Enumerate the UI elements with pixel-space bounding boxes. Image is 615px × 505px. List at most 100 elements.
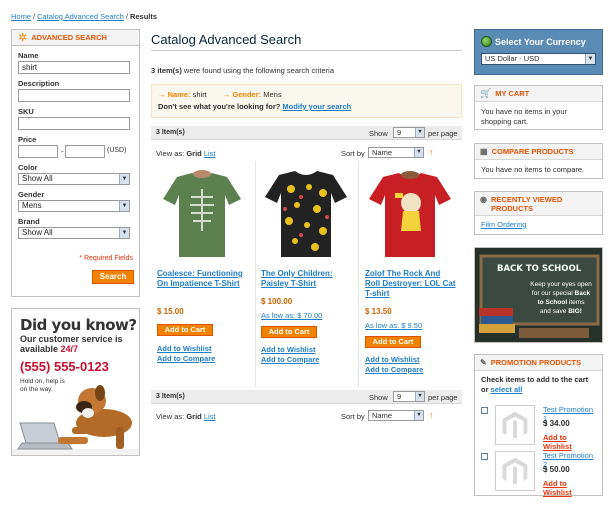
criteria-name-value: shirt xyxy=(190,90,207,99)
advanced-search-header: ✲ ADVANCED SEARCH xyxy=(12,30,139,46)
per-page-label: per page xyxy=(428,393,458,402)
add-to-cart-button[interactable]: Add to Cart xyxy=(365,336,421,348)
sort-by-label: Sort by xyxy=(341,412,365,421)
promo-line2: available xyxy=(20,344,61,354)
add-to-cart-button[interactable]: Add to Cart xyxy=(261,326,317,338)
recent-item-link[interactable]: Film Ordering xyxy=(481,220,526,229)
magento-logo-icon[interactable] xyxy=(495,405,535,445)
sort-direction-icon[interactable]: ↑ xyxy=(429,147,434,157)
results-summary: 3 item(s) were found using the following… xyxy=(151,66,334,75)
school-line4: and save xyxy=(540,308,569,315)
promotion-checkbox[interactable] xyxy=(481,453,488,460)
compare-header: ▦ COMPARE PRODUCTS xyxy=(475,144,602,160)
sort-value: Name xyxy=(372,411,393,420)
product-name-link[interactable]: The Only Children: Paisley T-Shirt xyxy=(261,269,353,289)
price-label: Price xyxy=(18,135,37,144)
description-field[interactable] xyxy=(18,89,130,102)
promotion-item: Test Promotion 1 $ 34.00 Add to Wishlist xyxy=(481,405,596,451)
criteria-gender-label: Gender: xyxy=(232,90,262,99)
per-page-select[interactable]: 9 ▼ xyxy=(393,127,425,138)
add-to-wishlist-link[interactable]: Add to Wishlist xyxy=(365,355,420,364)
view-as: View as: Grid List xyxy=(156,149,216,158)
price-from-field[interactable] xyxy=(18,145,58,158)
product-name-link[interactable]: Zolof The Rock And Roll Destroyer: LOL C… xyxy=(365,269,457,299)
school-title: BACK TO SCHOOL xyxy=(497,264,582,274)
add-to-compare-link[interactable]: Add to Compare xyxy=(261,355,319,364)
show-label: Show xyxy=(369,393,388,402)
sku-field[interactable] xyxy=(18,117,130,130)
sortbar-bottom: View as: Grid List Sort by Name ▼ ↑ xyxy=(151,409,462,423)
gender-select[interactable]: Mens ▼ xyxy=(18,200,130,212)
breadcrumb: Home / Catalog Advanced Search / Results xyxy=(11,12,157,21)
per-page-select[interactable]: 9 ▼ xyxy=(393,391,425,402)
promotion-wishlist-link[interactable]: Add to Wishlist xyxy=(543,433,596,451)
not-found-text: Don't see what you're looking for? xyxy=(158,102,283,111)
back-to-school-banner[interactable]: BACK TO SCHOOL Keep your eyes open for o… xyxy=(474,247,603,343)
chevron-down-icon: ▼ xyxy=(119,201,129,211)
promo-line1: Our customer service is xyxy=(20,334,123,344)
results-text: were found using the following search cr… xyxy=(181,66,335,75)
breadcrumb-home-link[interactable]: Home xyxy=(11,12,31,21)
per-page-value: 9 xyxy=(397,128,402,137)
promotion-wishlist-link[interactable]: Add to Wishlist xyxy=(543,479,596,497)
product-price: $ 15.00 xyxy=(157,307,184,316)
view-list-link[interactable]: List xyxy=(204,149,216,158)
promotion-title: PROMOTION PRODUCTS xyxy=(490,358,582,367)
product-name-link[interactable]: Coalesce: Functioning On Impatience T-Sh… xyxy=(157,269,249,289)
my-cart-text: You have no items in your shopping cart. xyxy=(481,107,568,126)
promo-hours: 24/7 xyxy=(60,344,79,354)
product-image[interactable] xyxy=(261,169,351,257)
add-to-wishlist-link[interactable]: Add to Wishlist xyxy=(157,344,212,353)
school-line2-bold: Back xyxy=(574,290,591,297)
add-to-compare-link[interactable]: Add to Compare xyxy=(157,354,215,363)
brand-select-value: Show All xyxy=(22,228,53,237)
results-count: 3 item(s) xyxy=(151,66,182,75)
add-to-wishlist-link[interactable]: Add to Wishlist xyxy=(261,345,316,354)
color-select[interactable]: Show All ▼ xyxy=(18,173,130,185)
view-list-link[interactable]: List xyxy=(204,412,216,421)
promotion-products-box: ✎ PROMOTION PRODUCTS Check items to add t… xyxy=(474,354,603,497)
sort-by-label: Sort by xyxy=(341,149,365,158)
sun-icon: ✲ xyxy=(18,31,28,44)
price-to-field[interactable] xyxy=(65,145,105,158)
recently-viewed-box: ◉ RECENTLY VIEWED PRODUCTS Film Ordering xyxy=(474,191,603,235)
product-image[interactable] xyxy=(157,169,247,257)
product-price: $ 100.00 xyxy=(261,297,293,306)
currency-selector-panel: Select Your Currency US Dollar - USD ▼ xyxy=(474,29,603,75)
magento-logo-icon[interactable] xyxy=(495,451,535,491)
promotion-intro-block: Check items to add to the cart or select… xyxy=(475,371,602,400)
promotion-item-price: $ 50.00 xyxy=(543,465,570,474)
promotion-checkbox[interactable] xyxy=(481,407,488,414)
select-all-link[interactable]: select all xyxy=(491,385,523,394)
add-to-compare-link[interactable]: Add to Compare xyxy=(365,365,423,374)
school-text: Keep your eyes open for our special Back… xyxy=(519,280,602,316)
view-grid: Grid xyxy=(186,412,202,421)
view-as-label: View as: xyxy=(156,412,185,421)
name-field[interactable]: shirt xyxy=(18,61,130,74)
description-label: Description xyxy=(18,79,60,88)
add-to-cart-button[interactable]: Add to Cart xyxy=(157,324,213,336)
name-label: Name xyxy=(18,51,39,60)
brand-select[interactable]: Show All ▼ xyxy=(18,227,130,239)
view-grid: Grid xyxy=(186,149,202,158)
promotion-header: ✎ PROMOTION PRODUCTS xyxy=(475,355,602,371)
show-label: Show xyxy=(369,129,388,138)
product-image[interactable] xyxy=(365,169,455,257)
as-low-as-link[interactable]: As low as: $ 70.00 xyxy=(261,311,322,320)
dog-laptop-illustration xyxy=(12,385,139,455)
currency-title: Select Your Currency xyxy=(495,37,586,47)
sort-direction-icon[interactable]: ↑ xyxy=(429,410,434,420)
sku-label: SKU xyxy=(18,107,34,116)
sort-select[interactable]: Name ▼ xyxy=(368,410,424,421)
search-button[interactable]: Search xyxy=(92,270,134,284)
chevron-down-icon: ▼ xyxy=(414,411,423,420)
sort-select[interactable]: Name ▼ xyxy=(368,147,424,158)
modify-search-link[interactable]: Modify your search xyxy=(282,102,351,111)
product-price: $ 13.50 xyxy=(365,307,392,316)
breadcrumb-catalog-link[interactable]: Catalog Advanced Search xyxy=(37,12,124,21)
currency-select[interactable]: US Dollar - USD ▼ xyxy=(481,53,596,65)
as-low-as-link[interactable]: As low as: $ 9.50 xyxy=(365,321,422,330)
chevron-down-icon: ▼ xyxy=(414,148,423,157)
color-label: Color xyxy=(18,163,38,172)
breadcrumb-current: Results xyxy=(129,12,158,21)
